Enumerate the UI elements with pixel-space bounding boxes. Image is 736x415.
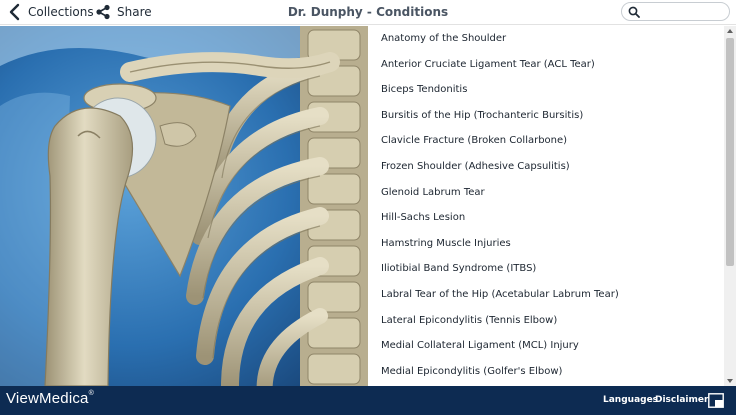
list-item[interactable]: Anterior Cruciate Ligament Tear (ACL Tea… [368,52,724,78]
scroll-up-arrow-icon[interactable] [724,26,736,36]
list-item[interactable]: Hamstring Muscle Injuries [368,231,724,257]
brand-name: ViewMedica [6,390,89,407]
chevron-left-icon [9,3,20,21]
list-item[interactable]: Biceps Tendonitis [368,77,724,103]
list-item[interactable]: Medial Epicondylitis (Golfer's Elbow) [368,359,724,385]
list-item[interactable]: Iliotibial Band Syndrome (ITBS) [368,256,724,282]
search-input[interactable] [644,4,724,19]
share-icon [96,4,110,20]
brand-registered-mark: ® [88,390,94,397]
list-item[interactable]: Bursitis of the Hip (Trochanteric Bursit… [368,103,724,129]
list-item[interactable]: Frozen Shoulder (Adhesive Capsulitis) [368,154,724,180]
share-button[interactable]: Share [95,2,152,22]
list-item[interactable]: Anatomy of the Shoulder [368,26,724,52]
footer-bar: ViewMedica® Languages Disclaimer [0,386,736,415]
list-item[interactable]: Hill-Sachs Lesion [368,205,724,231]
scrollbar-thumb[interactable] [726,38,734,266]
search-box[interactable] [621,2,730,21]
list-scrollbar[interactable] [724,26,736,386]
shoulder-illustration-graphic [0,26,368,386]
fullscreen-icon[interactable] [708,393,724,408]
list-item[interactable]: Lateral Epicondylitis (Tennis Elbow) [368,308,724,334]
shoulder-anatomy-illustration [0,26,368,386]
list-item[interactable]: Glenoid Labrum Tear [368,180,724,206]
scroll-down-arrow-icon[interactable] [724,376,736,386]
top-bar: Collections Share Dr. Dunphy - Condition… [0,0,736,25]
list-item[interactable]: Labral Tear of the Hip (Acetabular Labru… [368,282,724,308]
collections-back-button[interactable]: Collections [8,2,94,22]
collections-label: Collections [28,5,94,19]
list-item[interactable]: Medial Collateral Ligament (MCL) Injury [368,333,724,359]
disclaimer-link[interactable]: Disclaimer [655,395,708,405]
share-label: Share [117,5,152,19]
conditions-list: Anatomy of the Shoulder Anterior Cruciat… [368,26,724,386]
languages-link[interactable]: Languages [603,395,658,405]
search-icon [628,6,640,18]
list-item[interactable]: Clavicle Fracture (Broken Collarbone) [368,128,724,154]
viewmedica-logo: ViewMedica® [6,390,94,407]
